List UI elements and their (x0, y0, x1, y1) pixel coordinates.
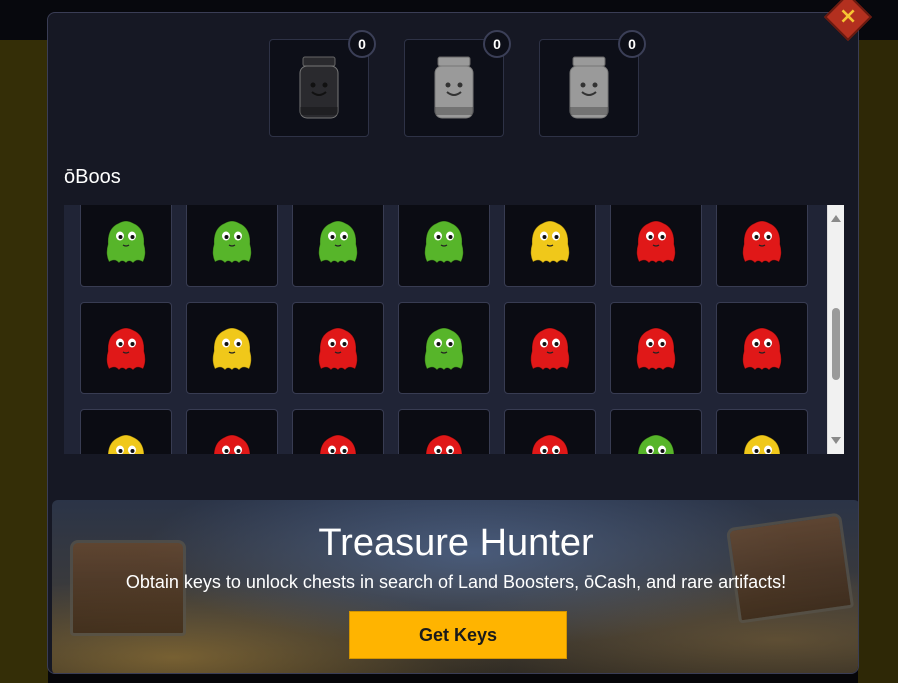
boo-card[interactable] (292, 302, 384, 394)
boo-card[interactable] (610, 205, 702, 287)
boo-card[interactable] (398, 302, 490, 394)
jar-count-badge: 0 (483, 30, 511, 58)
boo-card[interactable] (186, 302, 278, 394)
get-keys-button[interactable]: Get Keys (349, 611, 567, 659)
banner-description: Obtain keys to unlock chests in search o… (125, 572, 787, 592)
oboos-modal: 0 0 0 ōBoos Treasure Hunter Obtain keys to… (47, 12, 859, 674)
banner-title: Treasure Hunter (318, 522, 594, 564)
jar-row: 0 0 0 (269, 30, 646, 137)
boo-red-icon (425, 434, 463, 454)
boo-card[interactable] (716, 302, 808, 394)
scroll-thumb[interactable] (832, 308, 840, 380)
boo-card[interactable] (186, 409, 278, 454)
boo-card[interactable] (504, 205, 596, 287)
boo-yellow-icon (743, 434, 781, 454)
boo-green-icon (106, 220, 146, 264)
boo-card[interactable] (80, 302, 172, 394)
boo-red-icon (636, 327, 676, 371)
boo-grid (80, 205, 808, 454)
jar-count-badge: 0 (348, 30, 376, 58)
boo-card[interactable] (504, 302, 596, 394)
jar-count-badge: 0 (618, 30, 646, 58)
jar-icon (299, 56, 339, 119)
boo-card[interactable] (716, 205, 808, 287)
jar-slot[interactable]: 0 (404, 30, 511, 137)
boo-green-icon (212, 220, 252, 264)
jar-slot[interactable]: 0 (269, 30, 376, 137)
close-icon: × (838, 4, 858, 30)
boo-card[interactable] (610, 409, 702, 454)
boo-card[interactable] (398, 205, 490, 287)
boo-red-icon (319, 434, 357, 454)
boo-yellow-icon (212, 327, 252, 371)
boo-card[interactable] (716, 409, 808, 454)
boo-card[interactable] (80, 409, 172, 454)
boo-yellow-icon (530, 220, 570, 264)
boo-red-icon (213, 434, 251, 454)
boo-green-icon (424, 220, 464, 264)
jar-icon (434, 56, 474, 119)
boo-card[interactable] (292, 205, 384, 287)
boo-yellow-icon (107, 434, 145, 454)
section-title: ōBoos (64, 166, 121, 188)
jar-slot[interactable]: 0 (539, 30, 646, 137)
scroll-down-arrow-icon[interactable] (831, 437, 841, 444)
boo-red-icon (318, 327, 358, 371)
scrollbar[interactable] (827, 205, 844, 454)
boo-green-icon (424, 327, 464, 371)
boo-card[interactable] (398, 409, 490, 454)
boo-card[interactable] (80, 205, 172, 287)
treasure-hunter-banner: Treasure Hunter Obtain keys to unlock ch… (52, 500, 858, 673)
boo-card[interactable] (610, 302, 702, 394)
jar-icon (569, 56, 609, 119)
boo-green-icon (637, 434, 675, 454)
boo-red-icon (106, 327, 146, 371)
boo-card[interactable] (292, 409, 384, 454)
boo-card[interactable] (504, 409, 596, 454)
boo-red-icon (530, 327, 570, 371)
boo-red-icon (531, 434, 569, 454)
boo-green-icon (318, 220, 358, 264)
boo-red-icon (742, 327, 782, 371)
boo-red-icon (742, 220, 782, 264)
boo-grid-container[interactable] (64, 205, 844, 454)
boo-card[interactable] (186, 205, 278, 287)
scroll-up-arrow-icon[interactable] (831, 215, 841, 222)
boo-red-icon (636, 220, 676, 264)
